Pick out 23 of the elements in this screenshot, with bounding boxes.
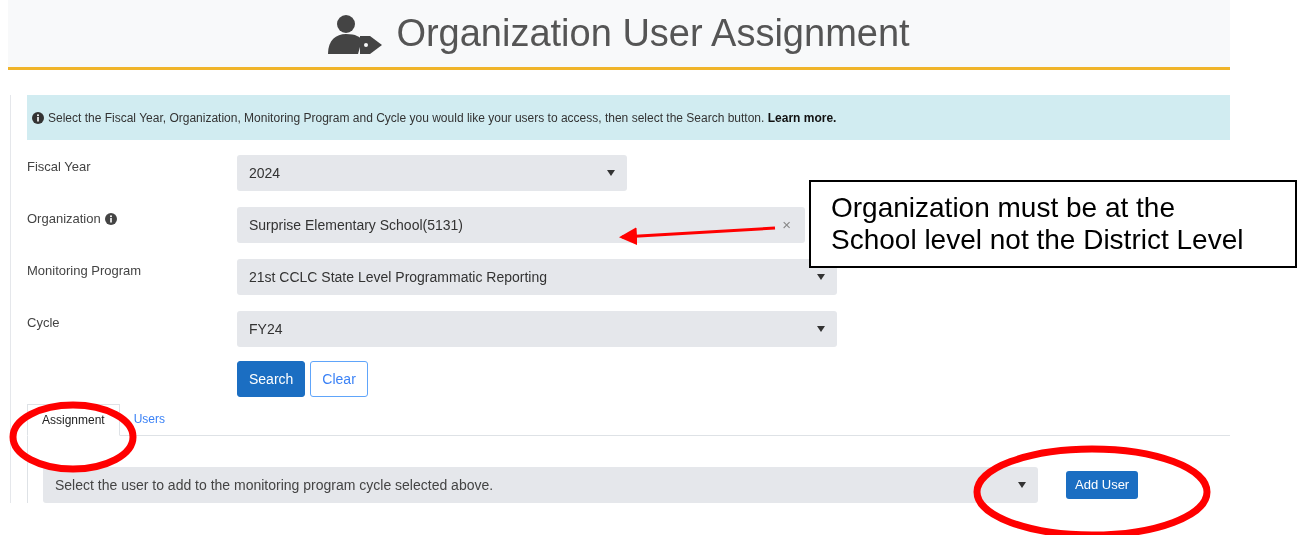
field-label: Cycle: [27, 314, 60, 332]
field-label: Monitoring Program: [27, 262, 142, 280]
clear-button[interactable]: Clear: [310, 361, 368, 397]
tab[interactable]: Users: [119, 403, 180, 435]
caret-icon: [1018, 482, 1026, 488]
select-field[interactable]: FY24: [237, 311, 837, 347]
info-icon: [104, 212, 117, 225]
caret-icon: [817, 326, 825, 332]
select-field[interactable]: Surprise Elementary School(5131) ×: [237, 207, 805, 243]
select-field[interactable]: 2024: [237, 155, 627, 191]
add-user-button[interactable]: Add User: [1066, 471, 1139, 499]
field-label: Fiscal Year: [27, 158, 91, 176]
caret-icon: [817, 274, 825, 280]
learn-more-link[interactable]: Learn more.: [767, 110, 837, 125]
select-field[interactable]: 21st CCLC State Level Programmatic Reporting: [237, 259, 837, 295]
info-icon: [32, 111, 44, 124]
info-text: Select the Fiscal Year, Organization, Monitoring Program and Cycle you would like your users to access, then select the Search button. Learn more.: [48, 109, 837, 127]
search-button[interactable]: Search: [237, 361, 306, 397]
user-select-field[interactable]: Select the user to add to the monitoring program cycle selected above.: [43, 467, 1038, 503]
callout-note: Organization must be at the School level not the District Level: [809, 180, 1297, 268]
page-title: Organization User Assignment: [396, 11, 910, 56]
caret-icon: [607, 170, 615, 176]
field-label: Organization: [27, 210, 101, 228]
